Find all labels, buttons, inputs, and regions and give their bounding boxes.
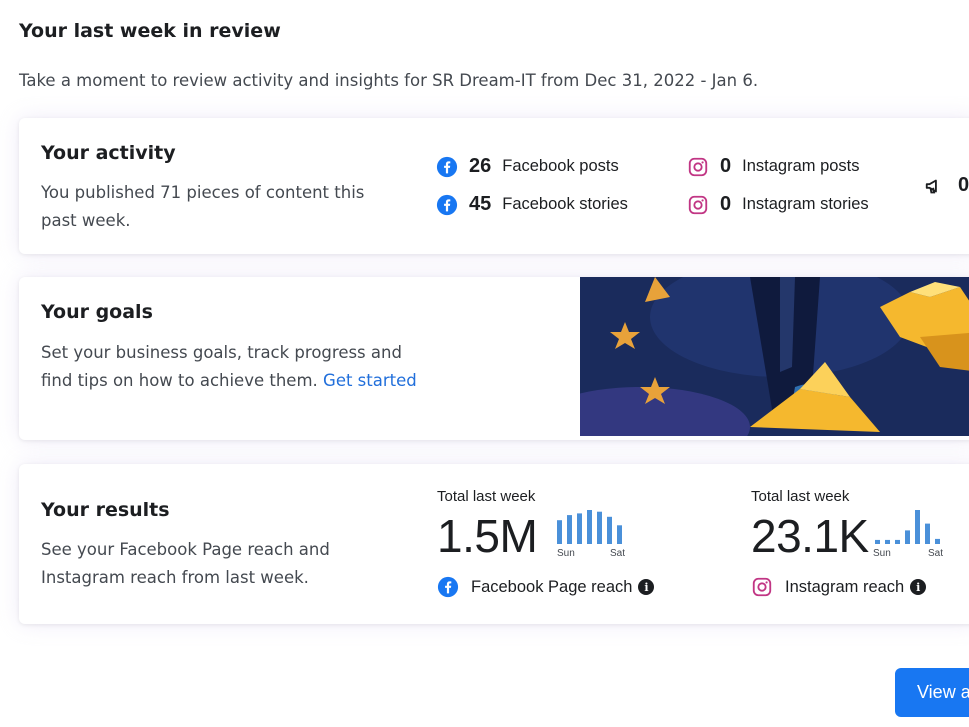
spark-bar [915,510,920,544]
spark-bar [925,523,930,544]
facebook-icon [436,156,458,177]
goals-description: Set your business goals, track progress … [41,339,421,394]
stat-value: 26 [469,155,492,177]
goals-card: Your goals Set your business goals, trac… [19,277,969,440]
stat-facebook-stories: 45 Facebook stories [436,193,628,216]
spark-end-label: Sat [610,548,626,559]
metric-caption: Total last week [751,488,850,505]
facebook-icon [437,576,459,598]
stat-label: Instagram posts [742,157,860,175]
stat-instagram-stories: 0 Instagram stories [687,193,869,216]
stat-value: 45 [469,193,492,215]
results-title: Your results [41,499,170,521]
metric-value: 1.5M [437,510,538,562]
spark-end-label: Sat [928,548,944,559]
spark-bar [885,539,890,544]
spark-bar [617,525,622,544]
spark-bar [935,538,940,544]
instagram-icon [688,195,708,214]
activity-title: Your activity [41,142,176,164]
stat-ads-cutoff: 0 [924,174,969,197]
get-started-link[interactable]: Get started [323,371,417,390]
facebook-icon [436,194,458,215]
stat-label: Facebook stories [502,195,628,213]
metric-value: 23.1K [751,510,869,562]
spark-bar [587,510,592,544]
facebook-reach-metric: Total last week 1.5M Sun Sat Facebook Pa… [437,488,657,608]
stat-facebook-posts: 26 Facebook posts [436,155,619,178]
instagram-icon [688,157,708,176]
stat-value: 0 [958,174,969,196]
facebook-reach-sparkline [557,510,622,544]
stat-value: 0 [720,193,732,215]
activity-card: Your activity You published 71 pieces of… [19,118,969,254]
page-title: Your last week in review [19,20,281,42]
metric-caption: Total last week [437,488,536,505]
megaphone-icon [925,179,937,193]
spark-bar [895,539,900,544]
results-description: See your Facebook Page reach and Instagr… [41,540,330,587]
spark-bar [557,520,562,544]
info-icon[interactable]: i [910,579,927,595]
instagram-reach-metric: Total last week 23.1K Sun Sat Instagram … [751,488,969,608]
metric-footer: Instagram reach i [751,576,927,598]
results-card: Your results See your Facebook Page reac… [19,464,969,624]
goals-title: Your goals [41,301,153,323]
stat-label: Facebook posts [502,157,619,175]
spark-bar [875,539,880,544]
info-icon[interactable]: i [638,579,655,595]
instagram-icon [752,577,772,597]
goals-banner-illustration [580,277,969,436]
metric-footer: Facebook Page reach i [437,576,655,598]
spark-start-label: Sun [557,548,575,559]
spark-start-label: Sun [873,548,891,559]
spark-bar [597,511,602,544]
spark-bar [567,515,572,544]
spark-bar [905,530,910,544]
view-all-button[interactable]: View a [895,668,969,717]
instagram-reach-sparkline [875,510,940,544]
stat-label: Instagram stories [742,195,869,213]
spark-bar [607,516,612,544]
stat-value: 0 [720,155,732,177]
metric-label: Instagram reach [785,577,905,596]
metric-label: Facebook Page reach [471,577,633,596]
spark-bar [577,513,582,544]
stat-instagram-posts: 0 Instagram posts [687,155,860,178]
page-subtitle: Take a moment to review activity and ins… [19,71,759,90]
activity-description: You published 71 pieces of content this … [41,183,365,230]
